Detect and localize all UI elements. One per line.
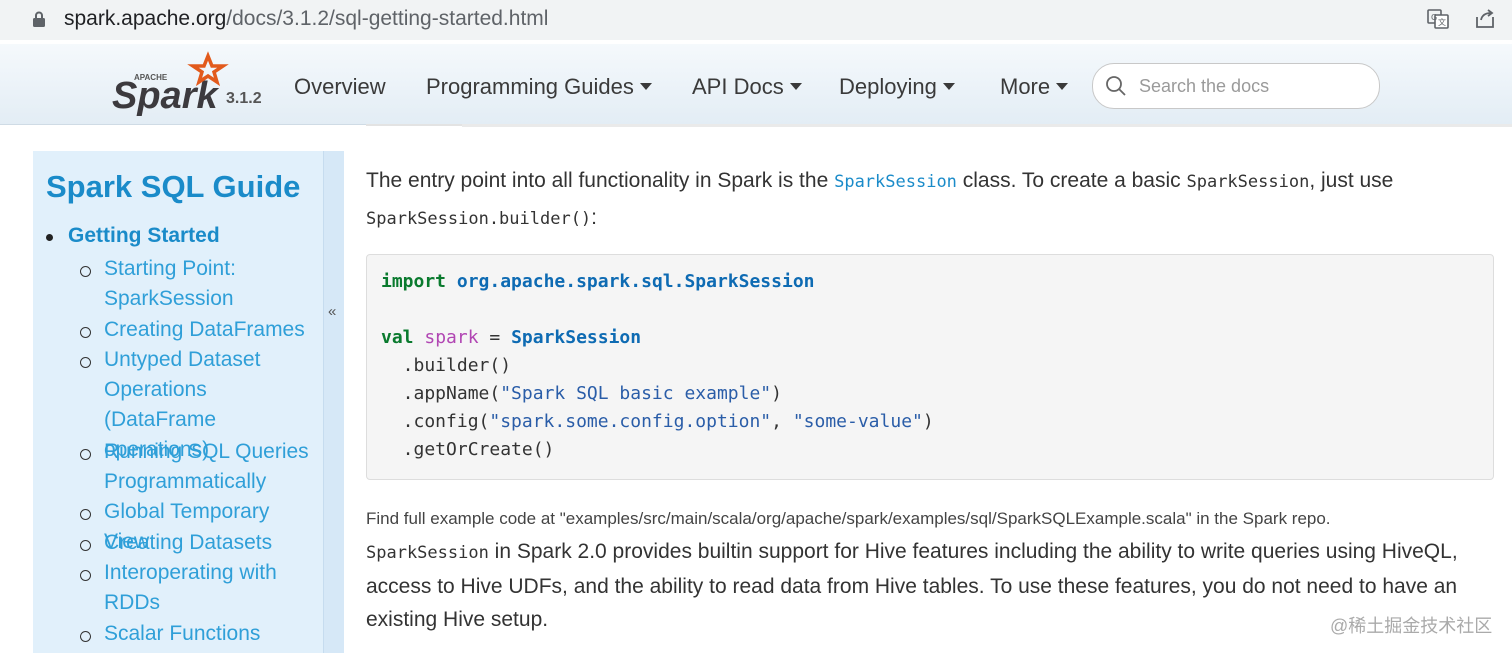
sidebar-item-line: Creating DataFrames [104,318,305,341]
nav-overview-label: Overview [294,74,386,99]
code-text: ) [771,383,782,404]
sidebar-title[interactable]: Spark SQL Guide [46,169,300,205]
nav-programming-guides[interactable]: Programming Guides [426,74,652,100]
sidebar-item-starting-point[interactable]: Starting Point: SparkSession [104,254,319,314]
url-host: spark.apache.org [64,7,227,30]
nav-programming-guides-label: Programming Guides [426,74,634,99]
nav-deploying[interactable]: Deploying [839,74,955,100]
circle-bullet-icon [80,327,91,338]
text-run: class. To create a basic [956,169,1187,192]
sidebar-item-line: Starting Point: [104,257,236,280]
code-line: .getOrCreate() [381,439,555,460]
code-line: .builder() [381,355,512,376]
lock-icon [33,11,45,27]
sidebar-item-line: Scalar Functions [104,622,261,645]
version-label: 3.1.2 [226,90,262,107]
search-input[interactable] [1137,73,1361,99]
hive-paragraph: SparkSession in Spark 2.0 provides built… [366,535,1496,636]
text-run: : [591,206,598,229]
svg-text:文: 文 [1438,17,1446,27]
text-run: The entry point into all functionality i… [366,169,835,192]
inline-code: SparkSession [366,543,489,563]
spark-logo[interactable]: APACHE Spark [110,50,230,116]
text-run: in Spark 2.0 provides builtin support fo… [366,540,1458,631]
circle-bullet-icon [80,570,91,581]
sidebar-collapse-bar[interactable] [323,151,344,653]
nav-more-label: More [1000,74,1051,99]
url-text[interactable]: spark.apache.org/docs/3.1.2/sql-getting-… [64,7,548,31]
code-keyword: import [381,271,447,292]
circle-bullet-icon [80,449,91,460]
sidebar-item-getting-started[interactable]: Getting Started [68,224,220,248]
circle-bullet-icon [80,509,91,520]
sidebar-item-line: Operations (DataFrame [104,378,217,431]
code-text: .config( [381,411,490,432]
divider [366,124,462,126]
sidebar-item-line: Running SQL Queries [104,440,309,463]
nav-api-docs[interactable]: API Docs [692,74,802,100]
caret-down-icon [1056,82,1069,90]
search-icon [1106,76,1126,96]
code-keyword: val [381,327,414,348]
url-path: /docs/3.1.2/sql-getting-started.html [226,7,549,30]
code-package: org.apache.spark.sql.SparkSession [456,271,815,292]
sidebar-item-interoperating-rdds[interactable]: Interoperating with RDDs [104,558,319,618]
code-class: SparkSession [511,327,642,348]
sidebar-item-line: Untyped Dataset [104,348,261,371]
intro-paragraph: The entry point into all functionality i… [366,163,1486,237]
code-variable: spark [424,327,479,348]
code-string: "some-value" [792,411,923,432]
sidebar-item-creating-dataframes[interactable]: Creating DataFrames [104,315,319,345]
nav-deploying-label: Deploying [839,74,937,99]
inline-code: SparkSession.builder() [366,209,592,229]
code-block[interactable]: import org.apache.spark.sql.SparkSession… [366,254,1494,480]
circle-bullet-icon [80,631,91,642]
sidebar-item-line: Programmatically [104,470,267,493]
collapse-sidebar-button[interactable]: « [328,303,336,320]
site-navbar: APACHE Spark 3.1.2 Overview Programming … [0,44,1512,125]
code-string: "Spark SQL basic example" [500,383,772,404]
circle-bullet-icon [80,540,91,551]
circle-bullet-icon [80,266,91,277]
watermark: @稀土掘金技术社区 [1330,616,1493,636]
sparksession-link[interactable]: SparkSession [834,172,957,192]
sidebar-item-running-sql[interactable]: Running SQL Queries Programmatically [104,437,319,497]
caret-down-icon [942,82,955,90]
sidebar-item-scalar-functions[interactable]: Scalar Functions [104,619,319,649]
inline-code: SparkSession [1186,172,1310,192]
divider [462,124,1512,127]
search-box[interactable] [1092,63,1380,109]
nav-api-docs-label: API Docs [692,74,784,99]
nav-more[interactable]: More [1000,74,1069,100]
bullet-icon [46,234,53,241]
browser-address-bar[interactable]: spark.apache.org/docs/3.1.2/sql-getting-… [0,0,1512,40]
nav-overview[interactable]: Overview [294,74,386,100]
sidebar-item-line: Creating Datasets [104,531,273,554]
svg-text:G: G [1431,13,1437,22]
sidebar-item-line: RDDs [104,591,160,614]
caret-down-icon [639,82,652,90]
circle-bullet-icon [80,357,91,368]
code-text: = [478,327,512,348]
code-text: , [771,411,793,432]
text-run: , just use [1309,169,1394,192]
code-text: .appName( [381,383,501,404]
code-string: "spark.some.config.option" [489,411,772,432]
sidebar-item-creating-datasets[interactable]: Creating Datasets [104,528,319,558]
share-icon[interactable] [1473,7,1497,31]
example-code-note: Find full example code at "examples/src/… [366,509,1331,528]
caret-down-icon [789,82,802,90]
translate-icon[interactable]: G 文 [1426,7,1450,31]
code-text: ) [922,411,934,432]
sidebar-item-line: SparkSession [104,287,234,310]
sidebar-item-line: Interoperating with [104,561,277,584]
